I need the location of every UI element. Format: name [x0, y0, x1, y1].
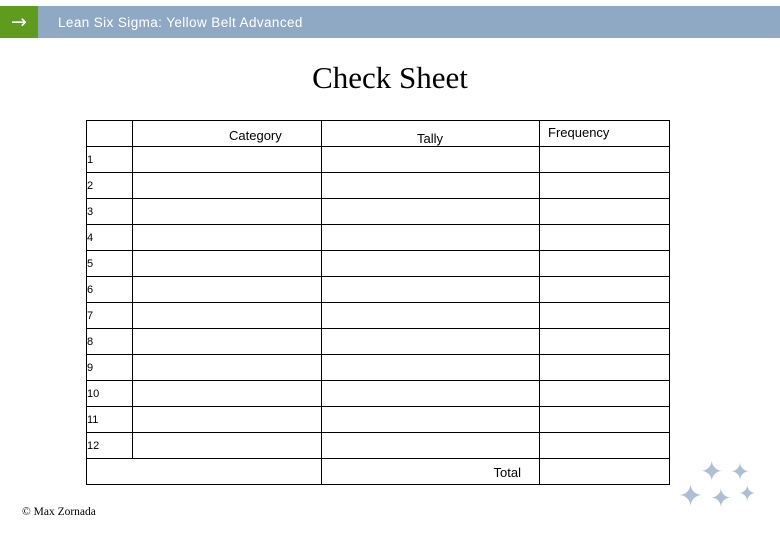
cell-frequency[interactable] [539, 276, 670, 303]
check-sheet-table: 1 2 3 4 5 6 7 8 9 10 11 12 [86, 120, 670, 485]
cell-category[interactable] [132, 328, 322, 355]
header-cell-number [86, 120, 133, 147]
arrow-right-icon: → [0, 6, 38, 38]
row-number: 9 [86, 354, 133, 381]
copyright-footer: © Max Zornada [22, 506, 96, 518]
table-row: 9 [86, 354, 670, 381]
row-number: 3 [86, 198, 133, 225]
page-title: Check Sheet [312, 60, 468, 95]
row-number: 11 [86, 406, 133, 433]
cell-frequency[interactable] [539, 198, 670, 225]
row-number: 5 [86, 250, 133, 277]
decorative-stars: ✦ ✦ ✦ ✦ ✦ [676, 458, 772, 520]
total-value-cell[interactable] [539, 458, 670, 485]
row-number: 2 [86, 172, 133, 199]
cell-category[interactable] [132, 354, 322, 381]
header-cell-category [132, 120, 322, 147]
column-header-category: Category [229, 128, 282, 143]
cell-category[interactable] [132, 198, 322, 225]
table-total-row [86, 458, 670, 485]
cell-tally[interactable] [321, 302, 540, 329]
total-label: Total [493, 465, 521, 480]
cell-frequency[interactable] [539, 380, 670, 407]
table-row: 12 [86, 432, 670, 459]
cell-tally[interactable] [321, 354, 540, 381]
row-number: 12 [86, 432, 133, 459]
table-row: 4 [86, 224, 670, 251]
cell-tally[interactable] [321, 250, 540, 277]
cell-tally[interactable] [321, 406, 540, 433]
star-icon: ✦ [730, 458, 751, 486]
column-header-tally: Tally [417, 131, 444, 146]
cell-category[interactable] [132, 406, 322, 433]
cell-category[interactable] [132, 432, 322, 459]
total-spacer-cell [86, 458, 322, 485]
star-icon: ✦ [738, 482, 757, 507]
cell-tally[interactable] [321, 198, 540, 225]
cell-frequency[interactable] [539, 302, 670, 329]
row-number: 4 [86, 224, 133, 251]
table-row: 3 [86, 198, 670, 225]
table-row: 11 [86, 406, 670, 433]
row-number: 10 [86, 380, 133, 407]
cell-frequency[interactable] [539, 328, 670, 355]
course-title: Lean Six Sigma: Yellow Belt Advanced [58, 14, 303, 30]
table-row: 5 [86, 250, 670, 277]
table-row: 8 [86, 328, 670, 355]
cell-frequency[interactable] [539, 250, 670, 277]
cell-category[interactable] [132, 276, 322, 303]
check-sheet: Category Tally Frequency Total 1 2 3 4 5… [86, 120, 670, 485]
cell-tally[interactable] [321, 328, 540, 355]
row-number: 6 [86, 276, 133, 303]
star-icon: ✦ [678, 479, 704, 514]
table-row: 7 [86, 302, 670, 329]
cell-category[interactable] [132, 146, 322, 173]
column-header-frequency: Frequency [548, 125, 610, 140]
cell-frequency[interactable] [539, 172, 670, 199]
table-row: 2 [86, 172, 670, 199]
star-icon: ✦ [700, 455, 724, 488]
check-sheet-body: 1 2 3 4 5 6 7 8 9 10 11 12 [86, 120, 670, 485]
row-number: 1 [86, 146, 133, 173]
cell-tally[interactable] [321, 146, 540, 173]
cell-category[interactable] [132, 302, 322, 329]
cell-frequency[interactable] [539, 224, 670, 251]
cell-tally[interactable] [321, 380, 540, 407]
star-icon: ✦ [710, 484, 732, 514]
cell-frequency[interactable] [539, 146, 670, 173]
cell-frequency[interactable] [539, 354, 670, 381]
row-number: 7 [86, 302, 133, 329]
cell-frequency[interactable] [539, 406, 670, 433]
cell-tally[interactable] [321, 224, 540, 251]
slide-header-bar: → Lean Six Sigma: Yellow Belt Advanced [0, 6, 780, 38]
row-number: 8 [86, 328, 133, 355]
cell-category[interactable] [132, 250, 322, 277]
cell-tally[interactable] [321, 432, 540, 459]
table-row: 1 [86, 146, 670, 173]
cell-tally[interactable] [321, 172, 540, 199]
table-row: 10 [86, 380, 670, 407]
cell-category[interactable] [132, 380, 322, 407]
table-row: 6 [86, 276, 670, 303]
cell-category[interactable] [132, 224, 322, 251]
cell-tally[interactable] [321, 276, 540, 303]
cell-category[interactable] [132, 172, 322, 199]
cell-frequency[interactable] [539, 432, 670, 459]
